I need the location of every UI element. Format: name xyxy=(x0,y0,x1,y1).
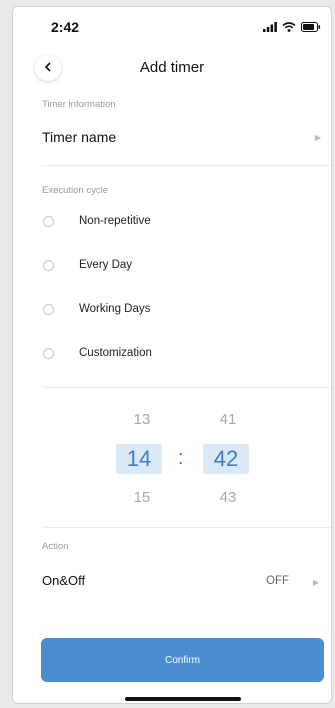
divider xyxy=(42,527,331,528)
timer-info-section-label: Timer information xyxy=(42,99,116,110)
cycle-option-label: Working Days xyxy=(79,303,151,315)
minute-next[interactable]: 43 xyxy=(208,489,248,506)
confirm-button[interactable]: Confirm xyxy=(41,638,324,682)
header: Add timer xyxy=(13,51,331,87)
phone-screen: 2:42 Add timer Timer information Timer n… xyxy=(12,6,332,704)
chevron-right-icon: ▶ xyxy=(314,133,321,142)
radio-icon xyxy=(43,347,54,359)
radio-icon xyxy=(43,303,54,315)
action-section-label: Action xyxy=(42,541,69,552)
radio-icon xyxy=(43,259,54,271)
chevron-right-icon: ▶ xyxy=(312,578,319,587)
hour-selected[interactable]: 14 xyxy=(116,444,162,474)
hour-next[interactable]: 15 xyxy=(122,489,162,506)
time-separator: : xyxy=(178,447,184,469)
execution-cycle-section-label: Execution cycle xyxy=(42,185,109,196)
action-label: On&Off xyxy=(42,573,86,588)
cycle-option-non-repetitive[interactable]: Non-repetitive xyxy=(42,210,302,232)
cycle-option-customization[interactable]: Customization xyxy=(42,342,302,364)
action-row[interactable]: On&Off OFF ▶ xyxy=(13,567,331,597)
cycle-option-label: Every Day xyxy=(79,259,133,271)
hour-prev[interactable]: 13 xyxy=(122,411,162,428)
divider xyxy=(42,387,331,388)
status-icons xyxy=(263,19,321,37)
page-title: Add timer xyxy=(139,59,205,76)
confirm-label: Confirm xyxy=(164,654,200,666)
cycle-option-every-day[interactable]: Every Day xyxy=(42,254,302,276)
signal-icon xyxy=(263,19,277,37)
cycle-option-label: Non-repetitive xyxy=(79,215,151,227)
status-time: 2:42 xyxy=(51,19,80,35)
home-indicator xyxy=(125,697,241,701)
wifi-icon xyxy=(282,19,296,37)
minute-selected[interactable]: 42 xyxy=(203,444,249,474)
divider xyxy=(42,165,331,166)
minute-prev[interactable]: 41 xyxy=(208,411,248,428)
radio-icon xyxy=(43,215,54,227)
cycle-option-label: Customization xyxy=(79,347,152,359)
battery-icon xyxy=(301,19,321,37)
action-value: OFF xyxy=(266,575,289,587)
timer-name-row[interactable]: Timer name ▶ xyxy=(13,123,331,153)
timer-name-label: Timer name xyxy=(42,129,117,145)
status-bar: 2:42 xyxy=(13,7,331,47)
cycle-option-working-days[interactable]: Working Days xyxy=(42,298,302,320)
time-picker: 13 41 14 : 42 15 43 xyxy=(13,407,331,517)
